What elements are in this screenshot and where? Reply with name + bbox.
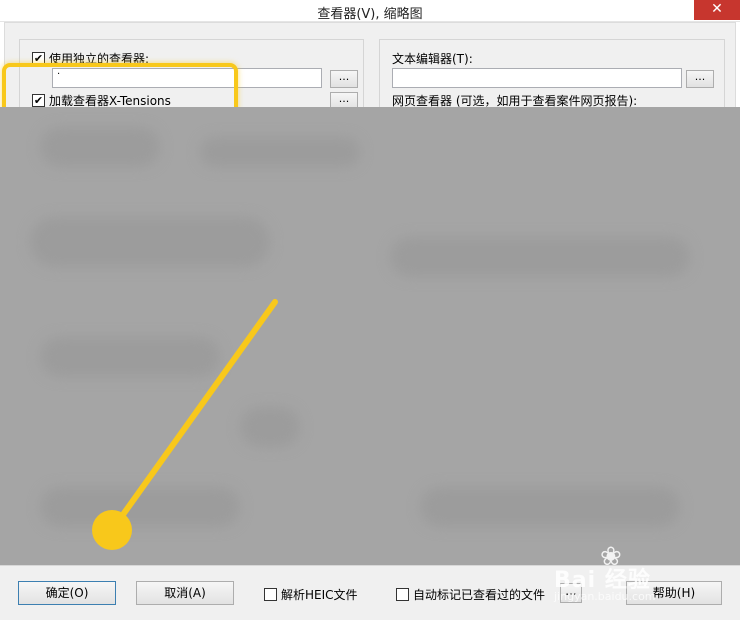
close-button[interactable]: ✕ [694,0,740,20]
close-icon: ✕ [711,1,723,17]
watermark-url: jingyan.baidu.com [554,590,656,603]
parse-heic-label: 解析HEIC文件 [281,588,358,602]
parse-heic-option[interactable]: 解析HEIC文件 [264,586,358,603]
load-xtensions-option[interactable]: ✔ 加载查看器X-Tensions [32,92,171,109]
blurred-region [0,107,740,565]
baidu-watermark: ❀ Bai 经验 jingyan.baidu.com [554,542,724,603]
text-editor-input[interactable] [392,68,682,88]
text-editor-label: 文本编辑器(T): [392,52,473,66]
load-xtensions-label: 加载查看器X-Tensions [49,94,171,108]
auto-mark-label: 自动标记已查看过的文件 [413,588,546,602]
text-editor-browse-button[interactable]: ... [686,70,714,88]
auto-mark-option[interactable]: 自动标记已查看过的文件 [396,586,545,603]
load-xtensions-checkbox[interactable]: ✔ [32,94,45,107]
auto-mark-checkbox[interactable] [396,588,409,601]
viewer-browse-button[interactable]: ... [330,70,358,88]
cancel-button[interactable]: 取消(A) [136,581,234,605]
title-bar: 查看器(V), 缩略图 ✕ [0,0,740,22]
parse-heic-checkbox[interactable] [264,588,277,601]
window-title: 查看器(V), 缩略图 [317,7,423,22]
ok-button[interactable]: 确定(O) [18,581,116,605]
